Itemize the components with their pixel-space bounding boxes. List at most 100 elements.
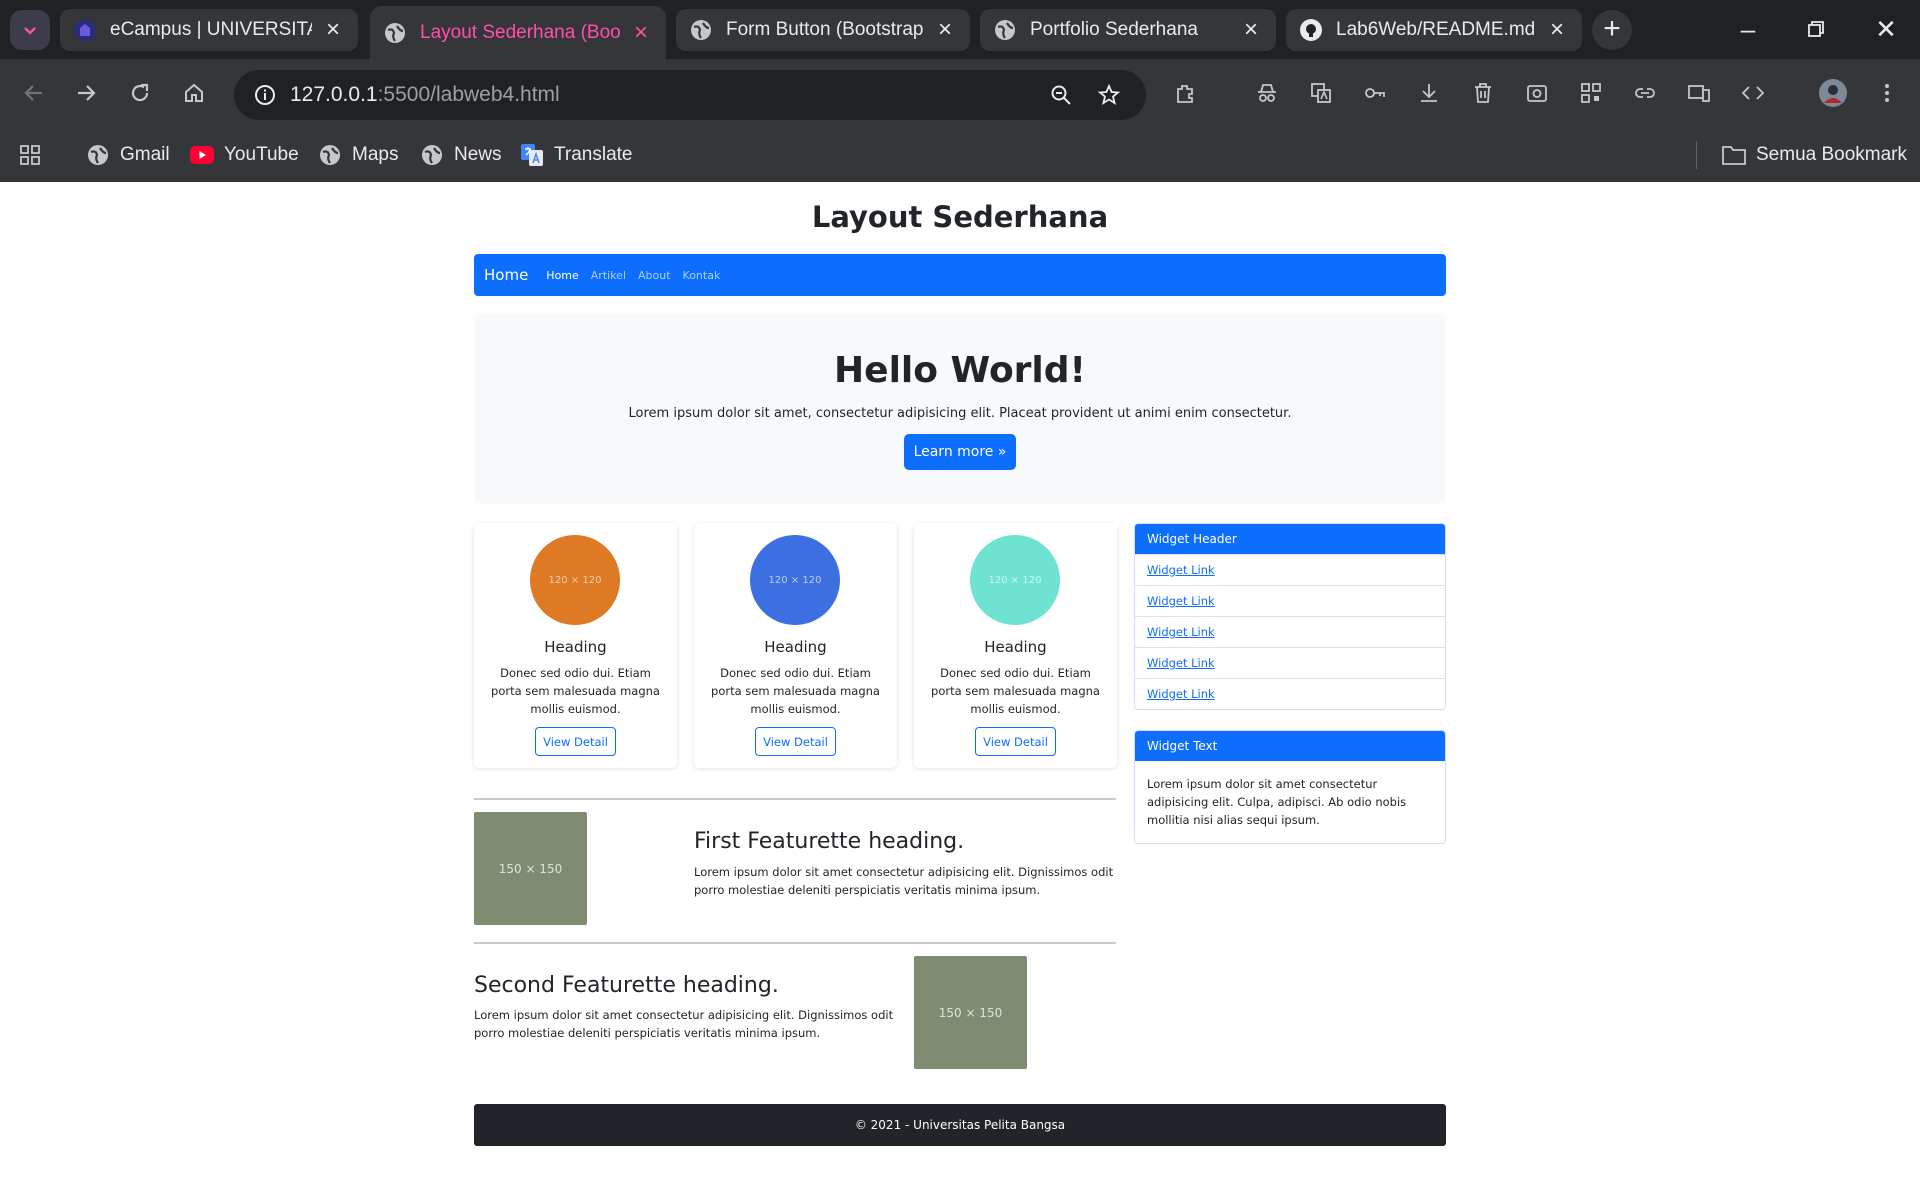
zoom-icon[interactable] <box>1044 78 1078 112</box>
view-detail-button[interactable]: View Detail <box>755 727 836 756</box>
reload-icon <box>131 83 149 102</box>
translate-page-icon[interactable] <box>1304 76 1338 110</box>
new-tab-button[interactable]: + <box>1592 10 1632 50</box>
bookmark-label: Maps <box>352 144 399 165</box>
widget-header: Widget Text <box>1135 731 1445 761</box>
widget-text: Widget Text Lorem ipsum dolor sit amet c… <box>1134 730 1446 844</box>
bookmark-label: Translate <box>554 144 633 165</box>
tab-title: Lab6Web/README.md at main <box>1336 19 1536 40</box>
device-mode-icon[interactable] <box>1682 76 1716 110</box>
incognito-icon[interactable] <box>1250 76 1284 110</box>
link-icon[interactable] <box>1628 76 1662 110</box>
home-icon <box>185 83 203 102</box>
screenshot-icon[interactable] <box>1520 76 1554 110</box>
apps-button[interactable] <box>18 139 42 171</box>
forward-button[interactable] <box>68 75 104 111</box>
card: 120 × 120 Heading Donec sed odio dui. Et… <box>474 523 677 768</box>
close-icon[interactable]: × <box>322 18 344 42</box>
widget-link[interactable]: Widget Link <box>1135 678 1445 709</box>
browser-toolbar: 127.0.0.1:5500/labweb4.html <box>0 59 1920 129</box>
card-image-placeholder: 120 × 120 <box>750 535 840 625</box>
tab-portfolio[interactable]: Portfolio Sederhana × <box>980 9 1276 51</box>
bookmark-label: Gmail <box>120 144 170 165</box>
navbar: Home Home Artikel About Kontak <box>474 254 1446 296</box>
learn-more-button[interactable]: Learn more » <box>904 434 1016 470</box>
all-bookmarks-label: Semua Bookmark <box>1756 144 1908 165</box>
card-heading: Heading <box>764 638 827 656</box>
trash-icon[interactable] <box>1466 76 1500 110</box>
tab-search-button[interactable] <box>10 10 50 50</box>
nav-link-artikel[interactable]: Artikel <box>591 269 626 282</box>
reload-button[interactable] <box>122 75 158 111</box>
close-icon[interactable]: × <box>1546 18 1568 42</box>
bookmark-translate[interactable]: Translate <box>520 139 633 171</box>
bookmark-label: News <box>454 144 502 165</box>
divider <box>474 798 1116 800</box>
site-info-icon[interactable] <box>248 78 282 112</box>
password-key-icon[interactable] <box>1358 76 1392 110</box>
navbar-brand[interactable]: Home <box>484 266 528 284</box>
globe-icon <box>994 19 1016 41</box>
bookmark-news[interactable]: News <box>420 139 502 171</box>
widget-header: Widget Header <box>1135 524 1445 554</box>
translate-icon <box>520 143 544 167</box>
plus-icon: + <box>1603 12 1621 45</box>
card-image-placeholder: 120 × 120 <box>530 535 620 625</box>
tab-layout-sederhana[interactable]: Layout Sederhana (Bootstrap) × <box>370 6 666 59</box>
url-text[interactable]: 127.0.0.1:5500/labweb4.html <box>290 83 560 107</box>
bookmark-maps[interactable]: Maps <box>318 139 398 171</box>
widget-link[interactable]: Widget Link <box>1135 554 1445 585</box>
close-window-button[interactable]: ✕ <box>1866 12 1906 48</box>
more-menu-icon[interactable] <box>1870 76 1904 110</box>
youtube-icon <box>190 143 214 167</box>
tab-strip: eCampus | UNIVERSITAS PELITA BANGSA × La… <box>0 0 1920 59</box>
close-icon[interactable]: × <box>1240 18 1262 42</box>
home-button[interactable] <box>176 75 212 111</box>
avatar[interactable] <box>1816 76 1850 110</box>
jumbotron-text: Lorem ipsum dolor sit amet, consectetur … <box>628 406 1292 421</box>
bookmark-youtube[interactable]: YouTube <box>190 139 299 171</box>
url-host: 127.0.0.1 <box>290 83 378 106</box>
address-bar[interactable]: 127.0.0.1:5500/labweb4.html <box>234 70 1146 120</box>
apps-grid-icon <box>20 145 40 165</box>
nav-link-about[interactable]: About <box>638 269 671 282</box>
bookmark-star-icon[interactable] <box>1092 78 1126 112</box>
globe-icon <box>690 19 712 41</box>
widget-link[interactable]: Widget Link <box>1135 616 1445 647</box>
minimize-button[interactable]: – <box>1728 12 1768 48</box>
back-button[interactable] <box>16 75 52 111</box>
globe-icon <box>384 22 406 44</box>
extensions-icon[interactable] <box>1168 76 1202 110</box>
nav-link-home[interactable]: Home <box>546 269 578 282</box>
chevron-down-icon <box>24 27 36 35</box>
nav-link-kontak[interactable]: Kontak <box>683 269 721 282</box>
qr-code-icon[interactable] <box>1574 76 1608 110</box>
arrow-right-icon <box>78 85 96 101</box>
download-icon[interactable] <box>1412 76 1446 110</box>
card-text: Donec sed odio dui. Etiam porta sem male… <box>711 666 880 716</box>
restore-button[interactable] <box>1796 12 1836 48</box>
widget-link[interactable]: Widget Link <box>1135 585 1445 616</box>
view-detail-button[interactable]: View Detail <box>975 727 1056 756</box>
tab-title: Form Button (Bootstrap) <box>726 19 924 40</box>
all-bookmarks-button[interactable]: Semua Bookmark <box>1722 139 1907 171</box>
bookmark-label: YouTube <box>224 144 299 165</box>
tab-form-button[interactable]: Form Button (Bootstrap) × <box>676 9 970 51</box>
code-icon[interactable] <box>1736 76 1770 110</box>
close-icon[interactable]: × <box>630 20 652 44</box>
tab-ecampus[interactable]: eCampus | UNIVERSITAS PELITA BANGSA × <box>60 9 358 51</box>
view-detail-button[interactable]: View Detail <box>535 727 616 756</box>
url-path: :5500/labweb4.html <box>377 83 560 106</box>
featurette-heading: First Featurette heading. <box>694 829 965 854</box>
minimize-icon: – <box>1740 14 1756 44</box>
card-image-placeholder: 120 × 120 <box>970 535 1060 625</box>
card: 120 × 120 Heading Donec sed odio dui. Et… <box>914 523 1117 768</box>
close-icon[interactable]: × <box>934 18 956 42</box>
restore-icon <box>1808 21 1824 37</box>
jumbotron: Hello World! Lorem ipsum dolor sit amet,… <box>474 314 1446 504</box>
featurette-text: Lorem ipsum dolor sit amet consectetur a… <box>474 1008 894 1040</box>
widget-link[interactable]: Widget Link <box>1135 647 1445 678</box>
tab-github-readme[interactable]: Lab6Web/README.md at main × <box>1286 9 1582 51</box>
tab-title: eCampus | UNIVERSITAS PELITA BANGSA <box>110 19 312 40</box>
bookmark-gmail[interactable]: Gmail <box>86 139 170 171</box>
